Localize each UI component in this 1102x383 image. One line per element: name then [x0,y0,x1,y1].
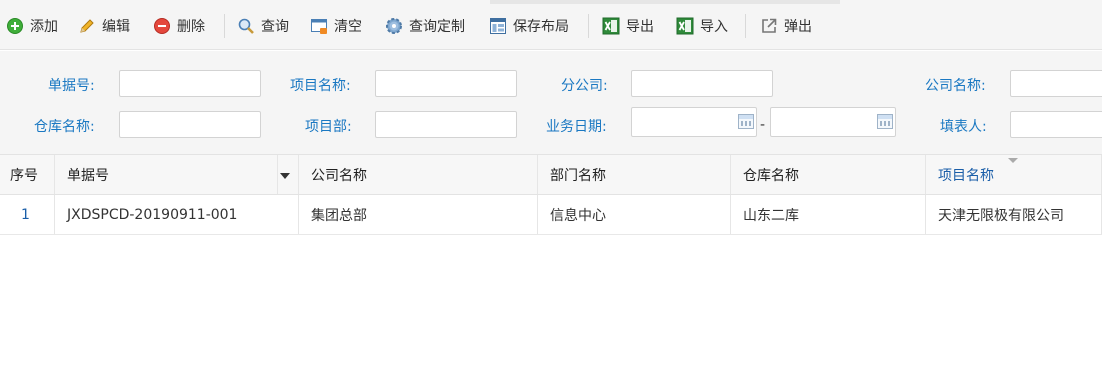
import-button[interactable]: 导入 [676,13,728,39]
import-label: 导入 [700,19,728,35]
column-header-warehouse[interactable]: 仓库名称 [731,155,926,194]
column-header-doc-no-label: 单据号 [67,167,109,184]
external-link-icon [760,17,778,35]
column-header-index[interactable]: 序号 [0,155,55,194]
filler-label: 填表人: [940,119,987,135]
company-name-input[interactable] [1010,70,1102,97]
query-button[interactable]: 查询 [237,13,289,39]
calendar-icon[interactable] [877,114,893,129]
calendar-icon[interactable] [738,114,754,129]
branch-label: 分公司: [561,78,608,94]
export-button[interactable]: 导出 [602,13,654,39]
save-layout-label: 保存布局 [513,19,569,35]
cell-department: 信息中心 [538,195,731,234]
doc-no-label: 单据号: [48,78,95,94]
edit-button[interactable]: 编辑 [78,13,130,39]
excel-icon [676,17,694,35]
popup-button[interactable]: 弹出 [760,13,812,39]
table-row[interactable]: 1 JXDSPCD-20190911-001 集团总部 信息中心 山东二库 天津… [0,195,1102,235]
toolbar-separator [745,14,746,38]
project-dept-input[interactable] [375,111,517,138]
delete-label: 删除 [177,19,205,35]
column-header-doc-no[interactable]: 单据号 [55,155,299,194]
warehouse-label: 仓库名称: [34,119,95,135]
toolbar-separator [224,14,225,38]
custom-query-button[interactable]: 查询定制 [385,13,465,39]
layout-icon [489,17,507,35]
toolbar-top-strip [490,0,840,4]
grid-header: 序号 单据号 公司名称 部门名称 仓库名称 项目名称 [0,154,1102,195]
export-label: 导出 [626,19,654,35]
minus-circle-icon [153,17,171,35]
cell-project: 天津无限极有限公司 [926,195,1102,234]
add-label: 添加 [30,19,58,35]
cell-doc-no: JXDSPCD-20190911-001 [55,195,299,234]
delete-button[interactable]: 删除 [153,13,205,39]
doc-no-input[interactable] [119,70,261,97]
column-header-company[interactable]: 公司名称 [299,155,538,194]
custom-query-label: 查询定制 [409,19,465,35]
filler-input[interactable] [1010,111,1102,138]
cell-warehouse: 山东二库 [731,195,926,234]
warehouse-input[interactable] [119,111,261,138]
company-name-label: 公司名称: [925,78,986,94]
edit-label: 编辑 [102,19,130,35]
project-dept-label: 项目部: [305,119,352,135]
clear-button[interactable]: 清空 [310,13,362,39]
clear-label: 清空 [334,19,362,35]
toolbar-separator [588,14,589,38]
chevron-down-icon[interactable] [280,173,290,179]
save-layout-button[interactable]: 保存布局 [489,13,569,39]
magnifier-icon [237,17,255,35]
project-name-input[interactable] [375,70,517,97]
column-divider [277,155,278,194]
clear-form-icon [310,17,328,35]
date-from-field[interactable] [631,107,757,137]
column-header-project[interactable]: 项目名称 [926,155,1102,194]
project-name-label: 项目名称: [290,78,351,94]
business-date-label: 业务日期: [546,119,607,135]
branch-input[interactable] [631,70,773,97]
column-header-department[interactable]: 部门名称 [538,155,731,194]
row-index: 1 [0,195,55,234]
gear-icon [385,17,403,35]
plus-circle-icon [6,17,24,35]
pencil-icon [78,17,96,35]
add-button[interactable]: 添加 [6,13,58,39]
cell-company: 集团总部 [299,195,538,234]
search-form: 单据号: 项目名称: 分公司: 公司名称: 仓库名称: 项目部: 业务日期: -… [0,51,1102,154]
date-separator: - [760,117,766,133]
popup-label: 弹出 [784,19,812,35]
excel-icon [602,17,620,35]
toolbar: 添加 编辑 删除 查询 清空 查询定制 保存布局 导出 导入 弹出 [0,0,1102,50]
date-to-field[interactable] [770,107,896,137]
query-label: 查询 [261,19,289,35]
